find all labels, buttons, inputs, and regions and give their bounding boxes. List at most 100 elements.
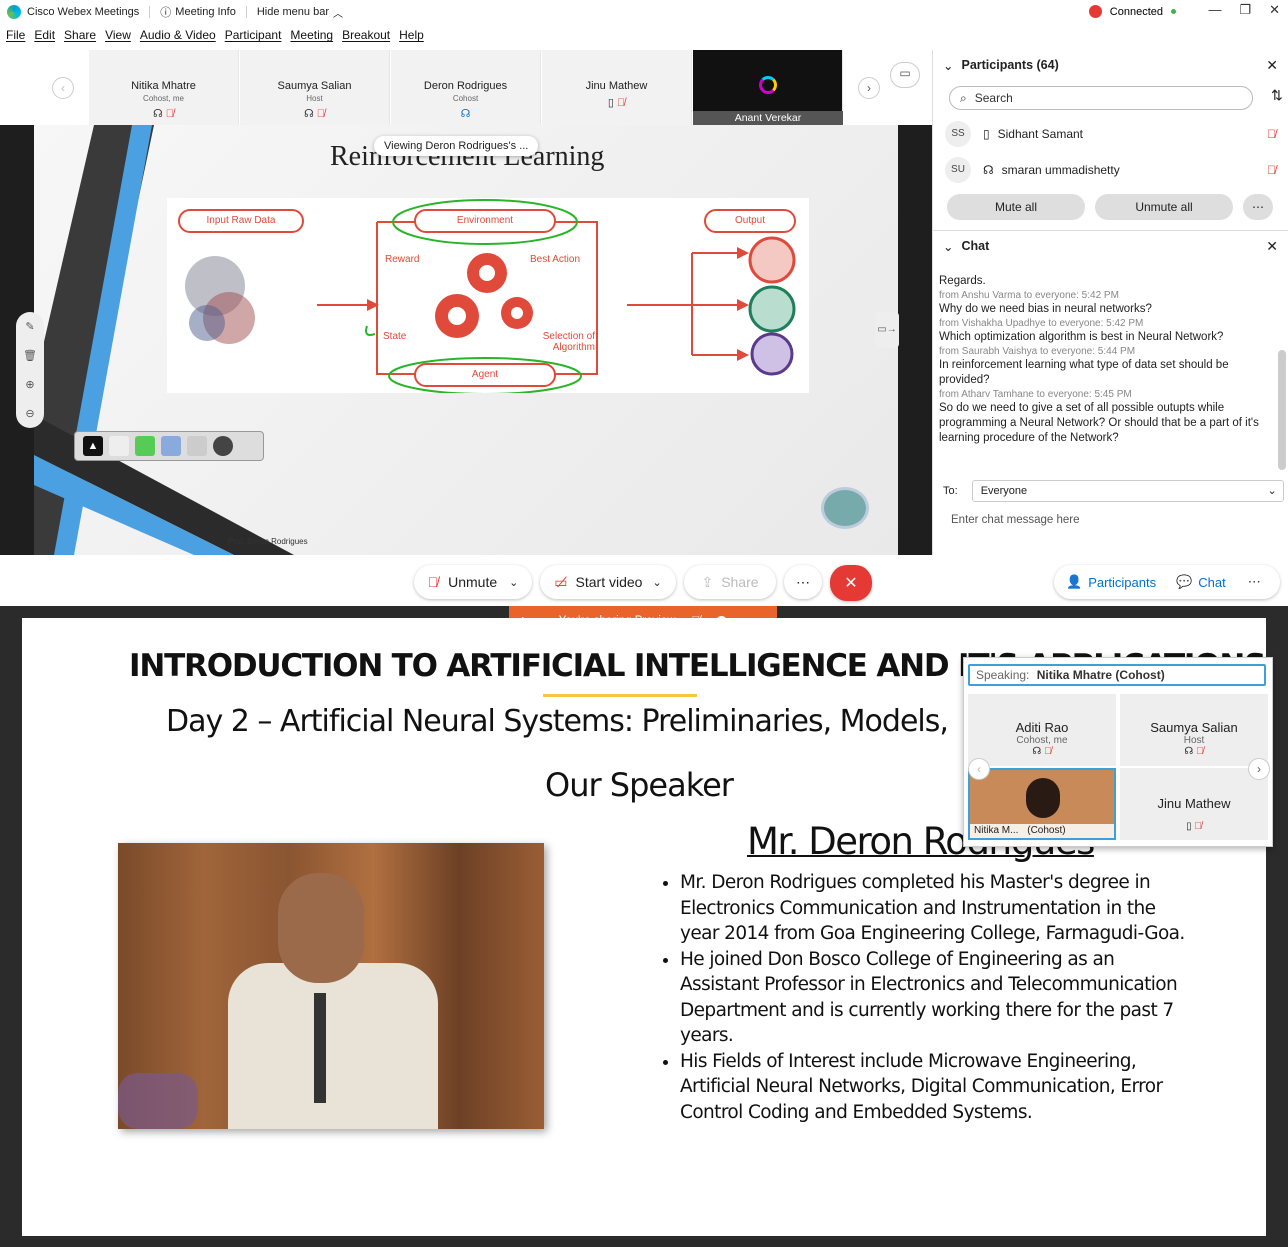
video-tile[interactable]: Saumya Salian Host ☊ 🎙̸: [1120, 694, 1268, 766]
window-controls: — ❐ ✕: [1208, 2, 1280, 18]
close-icon[interactable]: ✕: [1266, 57, 1278, 74]
chevron-down-icon[interactable]: ⌄: [652, 576, 661, 589]
title-underline: [543, 694, 697, 697]
recipient-value: Everyone: [980, 485, 1028, 497]
share-label: Share: [721, 574, 759, 590]
video-thumbnail[interactable]: Jinu Mathew ▯ 🎙̸: [542, 50, 692, 125]
menu-file[interactable]: File: [6, 28, 25, 48]
mini-next-button[interactable]: ›: [1248, 758, 1270, 780]
muted-mic-icon[interactable]: 🎙̸: [1267, 127, 1276, 141]
chat-input[interactable]: Enter chat message here: [951, 514, 1080, 526]
bio-item: Mr. Deron Rodrigues completed his Master…: [680, 870, 1196, 947]
avatar: SU: [945, 157, 971, 183]
participant-name: Sidhant Samant: [997, 127, 1083, 141]
menu-view[interactable]: View: [105, 28, 131, 48]
trash-icon[interactable]: 🗑: [23, 349, 37, 362]
share-icon: ⇪: [701, 573, 714, 590]
video-thumbnail[interactable]: Anant Verekar: [693, 50, 843, 125]
video-tile[interactable]: Jinu Mathew ▯ 🎙̸: [1120, 768, 1268, 840]
close-icon[interactable]: ✕: [1266, 238, 1278, 255]
chevron-up-icon[interactable]: ︿: [333, 5, 343, 20]
layout-icon[interactable]: ▭: [890, 62, 920, 88]
menu-meeting[interactable]: Meeting: [290, 28, 333, 48]
video-tile[interactable]: Aditi Rao Cohost, me ☊ 🎙̸: [968, 694, 1116, 766]
video-thumbnail[interactable]: Deron Rodrigues Cohost ☊: [391, 50, 541, 133]
thumbnail-strip: ‹ Nitika Mhatre Cohost, me ☊ 🎙̸ Saumya S…: [0, 50, 932, 133]
expand-panel-icon[interactable]: ▭→: [875, 312, 899, 348]
participant-name: smaran ummadishetty: [1001, 163, 1120, 177]
label-environment: Environment: [456, 215, 514, 226]
pen-icon[interactable]: [135, 436, 155, 456]
menu-help[interactable]: Help: [399, 28, 424, 48]
restore-icon[interactable]: ❐: [1239, 2, 1251, 18]
menu-audio-video[interactable]: Audio & Video: [140, 28, 216, 48]
chat-message: Why do we need bias in neural networks?: [939, 303, 1152, 315]
mute-all-button[interactable]: Mute all: [947, 194, 1085, 220]
muted-mic-icon[interactable]: 🎙̸: [1267, 163, 1276, 177]
more-icon[interactable]: ⋯: [1248, 574, 1261, 590]
menu-participant[interactable]: Participant: [225, 28, 282, 48]
sort-icon[interactable]: ⇅: [1271, 87, 1283, 104]
menu-breakout[interactable]: Breakout: [342, 28, 390, 48]
chat-scrollbar[interactable]: [1278, 350, 1286, 470]
thumbnail-name: Deron Rodrigues: [423, 80, 508, 92]
chat-log[interactable]: Regards. from Anshu Varma to everyone: 5…: [939, 274, 1271, 446]
zoom-in-icon[interactable]: ⊕: [25, 378, 34, 391]
text-icon[interactable]: [109, 436, 129, 456]
label-selection-of-algorithm: Selection of Algorithm: [542, 331, 595, 353]
highlighter-icon[interactable]: [161, 436, 181, 456]
clear-icon[interactable]: [213, 436, 233, 456]
info-icon[interactable]: ⓘ: [160, 4, 171, 20]
bio-item: His Fields of Interest include Microwave…: [680, 1049, 1196, 1126]
avatar: SS: [945, 121, 971, 147]
more-options-button[interactable]: ⋯: [1243, 194, 1273, 220]
thumbs-prev-button[interactable]: ‹: [52, 77, 74, 99]
chevron-down-icon[interactable]: ⌄: [943, 239, 953, 254]
mini-prev-button[interactable]: ‹: [968, 758, 990, 780]
participant-row[interactable]: SU ☊ smaran ummadishetty 🎙̸: [933, 152, 1288, 188]
floating-video-panel[interactable]: Speaking: Nitika Mhatre (Cohost) Aditi R…: [963, 657, 1273, 847]
chevron-down-icon[interactable]: ⌄: [509, 576, 518, 589]
eraser-icon[interactable]: [187, 436, 207, 456]
share-button[interactable]: ⇪ Share: [684, 565, 776, 599]
annotate-icon[interactable]: ✎: [25, 320, 34, 333]
menu-edit[interactable]: Edit: [34, 28, 55, 48]
thumbs-next-button[interactable]: ›: [858, 77, 880, 99]
chevron-down-icon[interactable]: ⌄: [943, 58, 953, 73]
video-thumbnail[interactable]: Saumya Salian Host ☊ 🎙̸: [240, 50, 390, 125]
webex-spinner-icon: [758, 76, 777, 94]
annotation-toolbar[interactable]: ▲: [74, 431, 264, 461]
thumbnail-role: Cohost, me: [143, 94, 184, 103]
participant-search-input[interactable]: ⌕ Search: [949, 86, 1253, 110]
close-icon[interactable]: ✕: [1269, 2, 1280, 18]
zoom-out-icon[interactable]: ⊖: [25, 407, 34, 420]
minimize-icon[interactable]: —: [1208, 2, 1221, 18]
menu-share[interactable]: Share: [64, 28, 96, 48]
end-call-button[interactable]: ✕: [830, 565, 872, 601]
connection-status[interactable]: Connected: [1088, 5, 1176, 18]
chat-message: In reinforcement learning what type of d…: [939, 359, 1229, 386]
meeting-info-button[interactable]: Meeting Info: [175, 6, 236, 18]
panel-toggles: 👤 Participants 💬 Chat ⋯: [1054, 565, 1280, 599]
participants-button[interactable]: Participants: [1088, 575, 1156, 590]
tile-name: Aditi Rao: [1015, 720, 1069, 735]
pointer-icon[interactable]: ▲: [83, 436, 103, 456]
more-button[interactable]: ⋯: [784, 565, 822, 599]
video-thumbnail[interactable]: Nitika Mhatre Cohost, me ☊ 🎙̸: [89, 50, 239, 125]
start-video-button[interactable]: ▭̸ Start video ⌄: [540, 565, 676, 599]
speaker-bio-list: Mr. Deron Rodrigues completed his Master…: [656, 870, 1196, 1125]
shared-content[interactable]: Reinforcement Learning Input Raw Data En…: [34, 125, 898, 555]
video-tile-active[interactable]: Nitika M... (Cohost): [968, 768, 1116, 840]
audio-status-icons: ▯ 🎙̸: [1186, 821, 1202, 832]
participant-row[interactable]: SS ▯ Sidhant Samant 🎙̸: [933, 116, 1288, 152]
unmute-all-button[interactable]: Unmute all: [1095, 194, 1233, 220]
unmute-button[interactable]: 🎙̸ Unmute ⌄: [414, 565, 532, 599]
chat-sender: from Anshu Varma to everyone: 5:42 PM: [939, 290, 1119, 301]
thumbnail-name: Saumya Salian: [277, 80, 352, 92]
hide-menu-bar-button[interactable]: Hide menu bar: [257, 6, 329, 18]
tile-name: Jinu Mathew: [1157, 796, 1231, 811]
chat-button[interactable]: Chat: [1198, 575, 1225, 590]
chat-sender: from Vishakha Upadhye to everyone: 5:42 …: [939, 318, 1144, 329]
recipient-select[interactable]: Everyone ⌄: [971, 480, 1284, 502]
chat-recipient: To: Everyone ⌄: [943, 480, 1284, 502]
